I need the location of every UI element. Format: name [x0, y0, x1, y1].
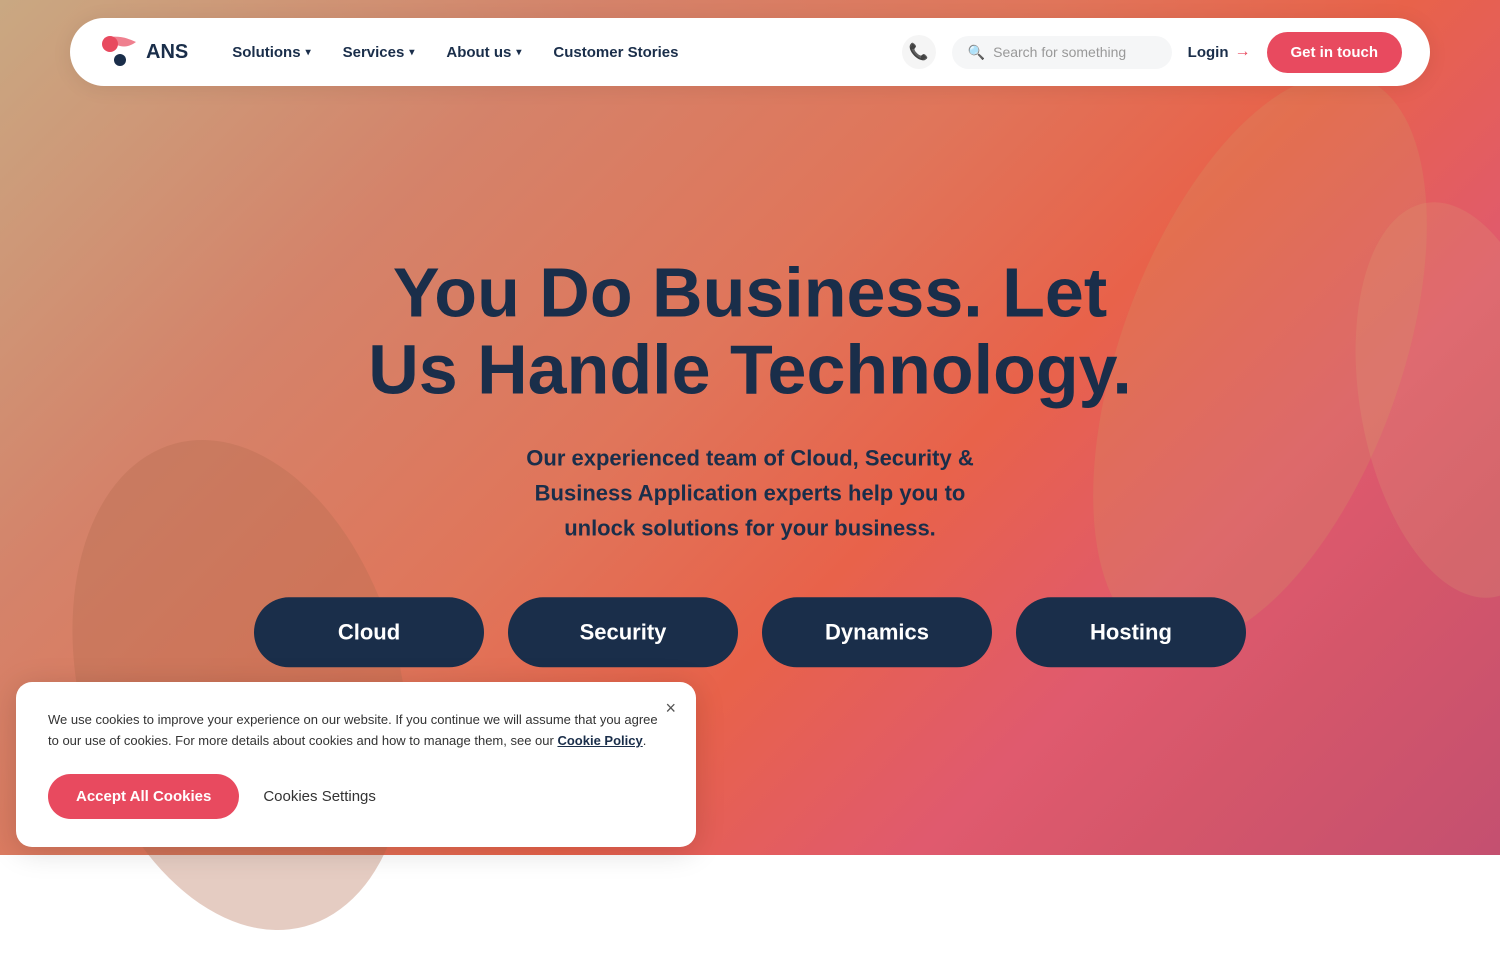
login-button[interactable]: Login →: [1188, 43, 1251, 61]
nav: Solutions ▾ Services ▾ About us ▾ Custom…: [220, 36, 901, 69]
phone-icon: 📞: [909, 42, 929, 62]
cookie-actions: Accept All Cookies Cookies Settings: [48, 774, 664, 819]
hosting-button[interactable]: Hosting: [1016, 597, 1246, 667]
cookie-message: We use cookies to improve your experienc…: [48, 710, 664, 752]
nav-solutions[interactable]: Solutions ▾: [220, 36, 322, 69]
hero-buttons: Cloud Security Dynamics Hosting: [300, 597, 1200, 667]
logo[interactable]: ANS: [98, 30, 188, 74]
nav-services[interactable]: Services ▾: [331, 36, 427, 69]
cookie-close-button[interactable]: ×: [665, 698, 676, 719]
search-icon: 🔍: [968, 44, 985, 61]
search-bar[interactable]: 🔍 Search for something: [952, 36, 1172, 69]
services-chevron-icon: ▾: [409, 47, 414, 58]
cookie-banner: × We use cookies to improve your experie…: [16, 682, 696, 847]
accept-all-cookies-button[interactable]: Accept All Cookies: [48, 774, 239, 819]
solutions-chevron-icon: ▾: [306, 47, 311, 58]
phone-button[interactable]: 📞: [902, 35, 936, 69]
login-arrow-icon: →: [1235, 43, 1251, 61]
security-button[interactable]: Security: [508, 597, 738, 667]
header-right: 📞 🔍 Search for something Login → Get in …: [902, 32, 1402, 73]
get-in-touch-button[interactable]: Get in touch: [1267, 32, 1403, 73]
ans-logo-icon: [98, 30, 142, 74]
nav-customer-stories[interactable]: Customer Stories: [541, 36, 690, 69]
hero-title: You Do Business. Let Us Handle Technolog…: [300, 254, 1200, 408]
nav-about[interactable]: About us ▾: [434, 36, 533, 69]
hero-subtitle: Our experienced team of Cloud, Security …: [300, 440, 1200, 546]
about-chevron-icon: ▾: [516, 47, 521, 58]
cookie-policy-link[interactable]: Cookie Policy: [557, 733, 642, 748]
cookies-settings-button[interactable]: Cookies Settings: [263, 788, 376, 805]
dynamics-button[interactable]: Dynamics: [762, 597, 992, 667]
hero-section: You Do Business. Let Us Handle Technolog…: [300, 254, 1200, 668]
brand-name: ANS: [146, 41, 188, 64]
header: ANS Solutions ▾ Services ▾ About us ▾ Cu…: [70, 18, 1430, 86]
cloud-button[interactable]: Cloud: [254, 597, 484, 667]
